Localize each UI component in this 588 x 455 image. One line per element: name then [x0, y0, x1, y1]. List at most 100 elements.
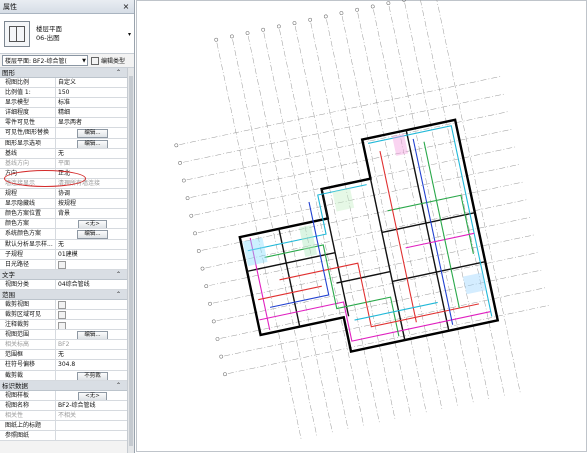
- category-label: 范围: [2, 290, 15, 299]
- property-value[interactable]: <无>: [56, 219, 127, 229]
- property-row: 日光路径: [0, 259, 127, 270]
- property-value[interactable]: 标准: [56, 98, 127, 107]
- property-value[interactable]: 304.8: [56, 360, 127, 369]
- collapse-icon[interactable]: ⌃: [116, 270, 121, 280]
- property-value[interactable]: [56, 320, 127, 330]
- property-label: 默认分析显示样...: [0, 239, 56, 249]
- property-label: 比例值 1:: [0, 88, 56, 98]
- view-instance-selector[interactable]: 楼层平面: BF2-综合管( ▼: [2, 55, 88, 66]
- grid-bubble: [200, 266, 205, 271]
- property-label: 颜色方案: [0, 219, 56, 229]
- category-extents[interactable]: 范围 ⌃: [0, 289, 127, 300]
- property-value[interactable]: 协调: [56, 189, 127, 198]
- property-value[interactable]: 按规程: [56, 199, 127, 208]
- property-label: 范围框: [0, 350, 56, 360]
- property-value[interactable]: 无: [56, 350, 127, 359]
- collapse-icon[interactable]: ⌃: [116, 381, 121, 391]
- property-value[interactable]: 编辑...: [56, 139, 127, 148]
- grid-bubble: [276, 24, 281, 29]
- grid-bubble: [370, 4, 375, 9]
- property-value[interactable]: 150: [56, 88, 127, 97]
- property-row: 可见性/图形替换 编辑...: [0, 128, 127, 139]
- properties-titlebar: 属性 ×: [0, 0, 134, 14]
- property-button[interactable]: <无>: [78, 391, 107, 400]
- property-checkbox[interactable]: [58, 301, 66, 309]
- grid-bubble: [355, 7, 359, 12]
- property-row: 柱符号偏移 304.8: [0, 360, 127, 371]
- property-value[interactable]: 编辑...: [56, 330, 127, 340]
- category-text[interactable]: 文字 ⌃: [0, 269, 127, 280]
- grid-line-vertical: [341, 15, 427, 413]
- edit-type-button[interactable]: 编辑类型: [91, 56, 125, 65]
- grid-line-vertical: [420, 0, 505, 396]
- properties-scrollbar[interactable]: [127, 68, 134, 453]
- dropdown-arrow-icon[interactable]: ▾: [128, 31, 131, 38]
- property-button[interactable]: <无>: [78, 220, 107, 229]
- property-value[interactable]: [56, 310, 127, 320]
- property-value[interactable]: [56, 431, 127, 440]
- property-button[interactable]: 不剪裁: [77, 371, 108, 380]
- property-row: 颜色方案 <无>: [0, 219, 127, 230]
- duct-pipe-line: [412, 138, 454, 325]
- property-value: 平面: [58, 159, 71, 167]
- property-label: 子规程: [0, 249, 56, 259]
- grid-bubble: [386, 1, 391, 5]
- grid-bubble: [196, 249, 201, 253]
- property-value[interactable]: BF2-综合管线: [56, 401, 127, 410]
- property-value[interactable]: 精细: [56, 108, 127, 117]
- property-value[interactable]: [56, 421, 127, 430]
- property-row: 显示隐藏线 按规程: [0, 199, 127, 210]
- property-checkbox[interactable]: [58, 311, 66, 320]
- property-button[interactable]: 编辑...: [77, 129, 108, 138]
- category-identity[interactable]: 标识数据 ⌃: [0, 380, 127, 391]
- category-label: 标识数据: [2, 381, 28, 390]
- property-value[interactable]: 自定义: [56, 78, 127, 87]
- property-value[interactable]: 编辑...: [56, 229, 127, 239]
- property-checkbox[interactable]: [58, 321, 66, 330]
- category-label: 图形: [2, 69, 15, 77]
- property-label: 视图名称: [0, 400, 56, 410]
- property-row: 视图分类 04综合管线: [0, 279, 127, 290]
- property-row: 默认分析显示样... 无: [0, 239, 127, 250]
- property-value[interactable]: [56, 260, 127, 269]
- property-value[interactable]: 无: [56, 240, 127, 249]
- property-label: 可见性/图形替换: [0, 128, 56, 138]
- properties-panel: 属性 × 楼层平面 06-出图 ▾ 楼层平面: BF2-综合管( ▼ 编辑类型 …: [0, 0, 135, 453]
- property-value[interactable]: 背景: [56, 209, 127, 218]
- grid-bubble: [189, 213, 194, 218]
- category-label: 文字: [2, 270, 15, 279]
- property-label: 基线方向: [0, 158, 56, 168]
- property-value[interactable]: 不剪裁: [56, 371, 127, 380]
- grid-bubble: [208, 301, 212, 306]
- property-row: 基线无: [0, 148, 127, 159]
- collapse-icon[interactable]: ⌃: [116, 68, 121, 78]
- property-button[interactable]: 编辑...: [77, 139, 108, 148]
- property-value[interactable]: [56, 300, 127, 309]
- grid-bubble: [223, 372, 227, 377]
- property-value[interactable]: 无: [56, 149, 127, 158]
- close-icon[interactable]: ×: [121, 2, 131, 11]
- property-row: 视图比例 自定义: [0, 78, 127, 89]
- property-row: 视图名称 BF2-综合管线: [0, 400, 127, 411]
- scrollbar-thumb[interactable]: [129, 76, 133, 446]
- property-label: 日光路径: [0, 259, 56, 269]
- category-graphics[interactable]: 图形 ⌃: [0, 68, 127, 78]
- floor-plan-type-icon: [4, 20, 30, 47]
- property-value[interactable]: 编辑...: [56, 128, 127, 138]
- property-button[interactable]: 编辑...: [77, 230, 108, 239]
- duct-pipe-line: [264, 244, 400, 337]
- property-value[interactable]: <无>: [56, 391, 127, 400]
- property-value[interactable]: 04综合管线: [56, 280, 127, 289]
- collapse-icon[interactable]: ⌃: [116, 290, 121, 300]
- property-value[interactable]: 显示两者: [56, 118, 127, 127]
- property-row: 注释裁剪: [0, 320, 127, 331]
- type-selector[interactable]: 楼层平面 06-出图 ▾: [0, 14, 134, 54]
- property-label: 截剪裁: [0, 370, 56, 380]
- property-checkbox[interactable]: [58, 261, 66, 269]
- room-fill: [332, 188, 355, 212]
- drawing-canvas[interactable]: [136, 0, 588, 453]
- property-label: 裁剪区域可见: [0, 309, 56, 320]
- property-button[interactable]: 编辑...: [77, 331, 108, 340]
- property-value[interactable]: 01建模: [56, 250, 127, 259]
- floor-plan-drawing[interactable]: [136, 0, 588, 453]
